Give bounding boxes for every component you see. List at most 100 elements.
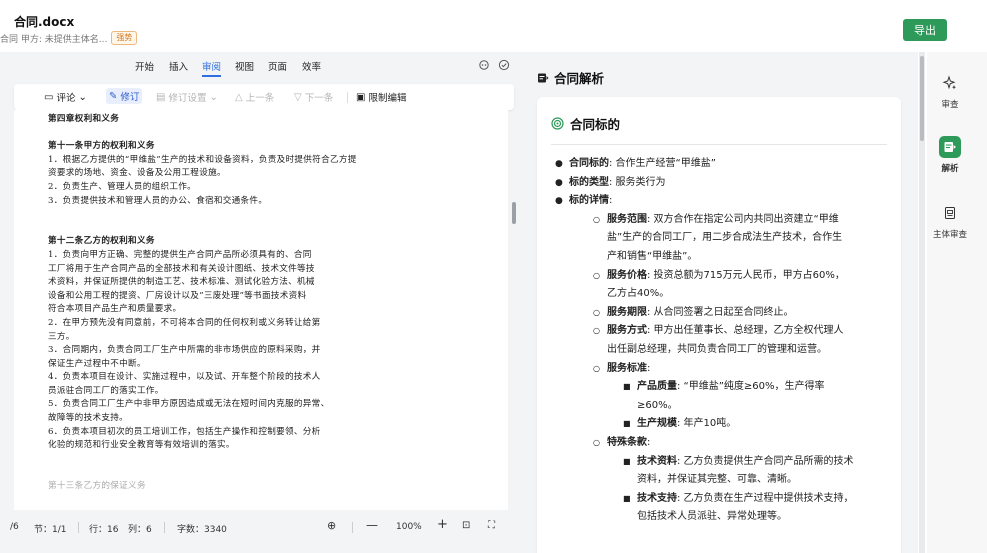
editor-scrollbar[interactable] <box>512 202 516 224</box>
analysis-item: 乙方占40%。 <box>551 285 891 304</box>
analysis-key: 合同标的 <box>569 158 609 169</box>
globe-icon[interactable]: ⊕ <box>327 519 336 532</box>
document-line[interactable]: 保证生产过程中不中断。 <box>48 358 418 372</box>
tab-home[interactable]: 开始 <box>135 59 154 73</box>
fullscreen-icon[interactable]: ⛶ <box>488 520 495 531</box>
analysis-key: 服务范围 <box>607 213 647 225</box>
blank-line[interactable] <box>48 466 418 480</box>
document-line[interactable]: 第十三条乙方的保证义务 <box>48 480 418 494</box>
analysis-key: 服务标准 <box>607 362 647 374</box>
document-line[interactable]: 3．负责提供技术和管理人员的办公、食宿和交通条件。 <box>48 195 418 209</box>
zoom-in-icon[interactable]: + <box>437 517 448 532</box>
document-line[interactable]: 工厂将用于生产合同产品的全部技术和有关设计图纸、技术文件等技 <box>48 263 418 277</box>
revision-settings-button[interactable]: ▤ 修订设置 ⌄ <box>156 90 218 105</box>
triangle-up-icon: △ <box>235 91 243 103</box>
entity-doc-icon <box>939 202 961 224</box>
document-line[interactable]: 2．负责生产、管理人员的组织工作。 <box>48 181 418 195</box>
blank-line[interactable] <box>48 127 418 141</box>
analysis-item: ○ 服务标准: <box>551 360 891 379</box>
ribbon-tabs: 开始 插入 审阅 视图 页面 效率 <box>0 52 521 80</box>
analysis-item: ≥60%。 <box>551 397 891 416</box>
rail-item-entity-review[interactable]: 主体审查 <box>927 202 973 240</box>
analysis-item: ■ 技术支持: 乙方负责在生产过程中提供技术支持， <box>551 490 891 509</box>
tab-review[interactable]: 审阅 <box>202 59 222 77</box>
bullet-icon: ■ <box>623 419 631 429</box>
top-header: 合同.docx 合同 甲方: 未提供主体名... 强势 导出 <box>0 0 987 52</box>
analysis-value: 资料，并保证其完整、可靠、清晰。 <box>637 474 797 486</box>
previous-change-button[interactable]: △ 上一条 <box>235 90 274 105</box>
analysis-value: : 合作生产经营“甲维盐” <box>609 158 716 169</box>
analysis-value: 包括技术人员派驻、异常处理等。 <box>637 511 787 523</box>
comment-button[interactable]: ▭ 评论 ⌄ <box>44 90 87 105</box>
cloud-sync-icon[interactable] <box>498 59 510 71</box>
document-line[interactable]: 3．合同期内，负责合同工厂生产中所需的非市场供应的原料采购，并 <box>48 344 418 358</box>
analysis-key: 标的详情 <box>569 195 609 207</box>
next-change-button[interactable]: ▽ 下一条 <box>294 90 333 105</box>
analysis-key: 特殊条款 <box>607 436 647 448</box>
contract-analysis-pane: 合同解析 合同标的 ● 合同标的: 合作生产经营“甲维盐” ● 标的类型: 服务类行为… <box>521 52 918 553</box>
bullet-icon: ● <box>555 196 563 207</box>
track-changes-button[interactable]: ✎ 修订 <box>106 88 143 104</box>
tab-insert[interactable]: 插入 <box>169 59 188 73</box>
analysis-item: ○ 服务价格: 投资总额为715万元人民币，甲方占60%， <box>551 267 891 286</box>
status-divider <box>78 522 79 533</box>
word-count[interactable]: 字数：3340 <box>177 522 227 535</box>
document-title: 合同.docx <box>14 15 75 29</box>
analysis-item: ○ 服务方式: 甲方出任董事长、总经理，乙方全权代理人 <box>551 322 891 341</box>
analysis-item: ● 标的详情: <box>551 192 891 211</box>
tab-page[interactable]: 页面 <box>268 59 287 73</box>
status-divider <box>164 522 165 533</box>
column-indicator: 列：6 <box>128 525 152 535</box>
tab-efficiency[interactable]: 效率 <box>302 59 321 73</box>
document-line[interactable]: 1．根据乙方提供的“甲维盐”生产的技术和设备资料，负责及时提供符合乙方提 <box>48 154 418 168</box>
document-line[interactable]: 设备和公用工程的提资、厂房设计以及”三废处理”等书面技术资料 <box>48 290 418 304</box>
analysis-item: 包括技术人员派驻、异常处理等。 <box>551 508 891 527</box>
scrollbar-thumb[interactable] <box>920 56 924 141</box>
blank-line[interactable] <box>48 222 418 236</box>
article-heading[interactable]: 第十一条甲方的权利和义务 <box>48 140 418 154</box>
document-line[interactable]: 符合本项目产品生产和质量要求。 <box>48 303 418 317</box>
document-line[interactable]: 2．在甲方预先没有同意前，不可将本合同的任何权利或义务转让给第 <box>48 317 418 331</box>
document-line[interactable]: 1．负责向甲方正确、完整的提供生产合同产品所必须具有的、合同 <box>48 249 418 263</box>
blank-line[interactable] <box>48 208 418 222</box>
tab-view[interactable]: 视图 <box>235 59 254 73</box>
document-line[interactable]: 化验的规范和行业安全教育等有效培训的落实。 <box>48 439 418 453</box>
document-line[interactable]: 术资料，并保证所提供的制造工艺、技术标准、测试化验方法、机械 <box>48 276 418 290</box>
analysis-value: 出任副总经理，共同负责合同工厂的管理和运营。 <box>607 343 827 355</box>
analysis-value: 盐”生产的合同工厂，用二步合成法生产技术，合作生 <box>607 232 843 244</box>
blank-line[interactable] <box>48 453 418 467</box>
analysis-scrollbar[interactable] <box>919 52 925 553</box>
document-line[interactable]: 三方。 <box>48 331 418 345</box>
analysis-list: ● 合同标的: 合作生产经营“甲维盐” ● 标的类型: 服务类行为 ● 标的详情: ○ 服务范… <box>551 155 891 527</box>
document-line[interactable]: 4．负责本项目在设计、实施过程中，以及试、开车整个阶段的技术人 <box>48 371 418 385</box>
article-heading[interactable]: 第四章权利和义务 <box>48 113 418 127</box>
document-line[interactable]: 6．负责本项目初次的员工培训工作，包括生产操作和控制要领、分析 <box>48 426 418 440</box>
analysis-value: : 双方合作在指定公司内共同出资建立“甲维 <box>647 213 839 225</box>
analysis-value: ≥60%。 <box>637 399 678 411</box>
parse-doc-icon <box>939 136 961 158</box>
rail-item-review[interactable]: 审查 <box>927 72 973 110</box>
comment-icon: ▭ <box>44 91 54 103</box>
page-indicator[interactable]: /6 <box>10 522 19 532</box>
analysis-value: : 年产10吨。 <box>677 418 737 430</box>
document-body[interactable]: 第四章权利和义务 第十一条甲方的权利和义务 1．根据乙方提供的“甲维盐”生产的技术和… <box>48 113 418 494</box>
zoom-level[interactable]: 100% <box>396 522 422 532</box>
document-line[interactable]: 员派驻合同工厂的落实工作。 <box>48 385 418 399</box>
analysis-value: : 服务类行为 <box>609 176 666 188</box>
analysis-value: : “甲维盐”纯度≥60%，生产得率 <box>677 381 825 393</box>
document-page[interactable]: 第四章权利和义务 第十一条甲方的权利和义务 1．根据乙方提供的“甲维盐”生产的技术和… <box>14 110 508 510</box>
zoom-out-icon[interactable]: — <box>366 518 378 532</box>
document-line[interactable]: 5．负责合同工厂生产中非甲方原因造成或无法在短时间内克服的异常、 <box>48 398 418 412</box>
fit-page-icon[interactable]: ⊡ <box>462 520 470 531</box>
analysis-item: ■ 生产规模: 年产10吨。 <box>551 415 891 434</box>
export-button[interactable]: 导出 <box>903 19 947 41</box>
rail-item-parse[interactable]: 解析 <box>927 136 973 174</box>
card-divider <box>551 144 887 145</box>
chevron-down-icon: ⌄ <box>209 91 218 103</box>
ai-assistant-icon[interactable] <box>478 59 490 71</box>
document-line[interactable]: 资要求的场地、资金、设备及公用工程设施。 <box>48 167 418 181</box>
document-line[interactable]: 故障等的技术支持。 <box>48 412 418 426</box>
toolbar-divider <box>347 92 348 103</box>
restrict-editing-button[interactable]: ▣ 限制编辑 <box>356 90 406 105</box>
article-heading[interactable]: 第十二条乙方的权利和义务 <box>48 235 418 249</box>
